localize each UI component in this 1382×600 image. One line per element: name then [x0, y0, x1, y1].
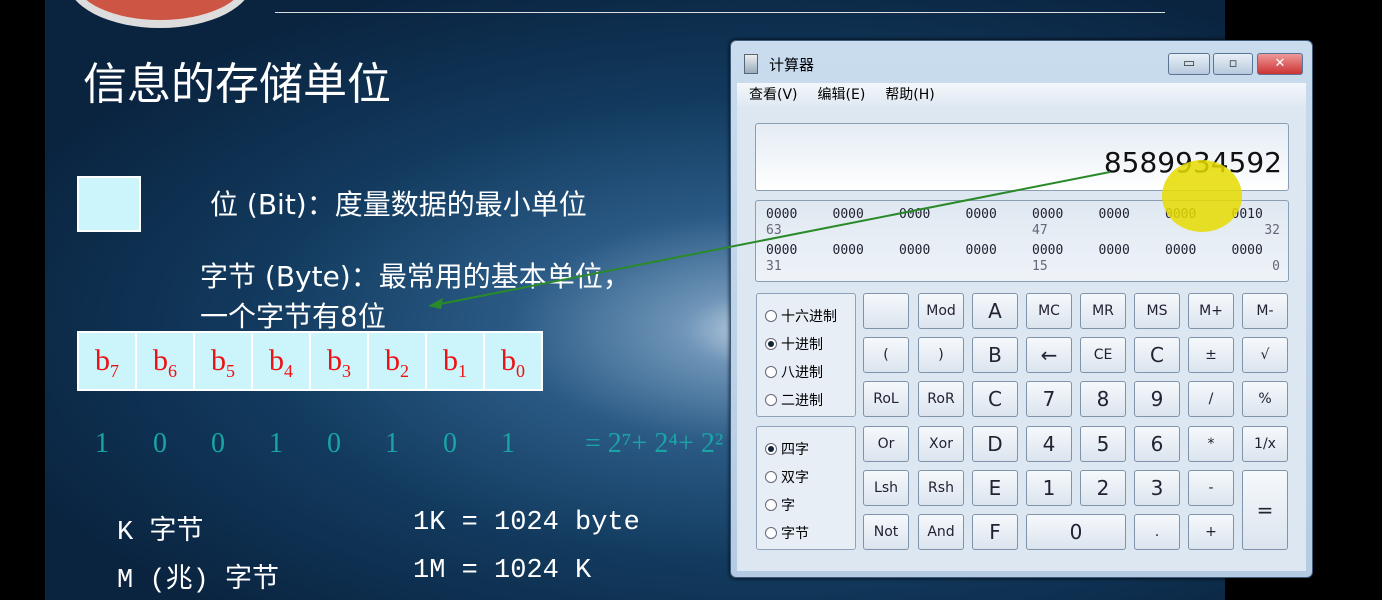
annotation-arrow [428, 171, 1111, 309]
arrow-line [434, 171, 1111, 306]
arrow-head [428, 298, 443, 309]
